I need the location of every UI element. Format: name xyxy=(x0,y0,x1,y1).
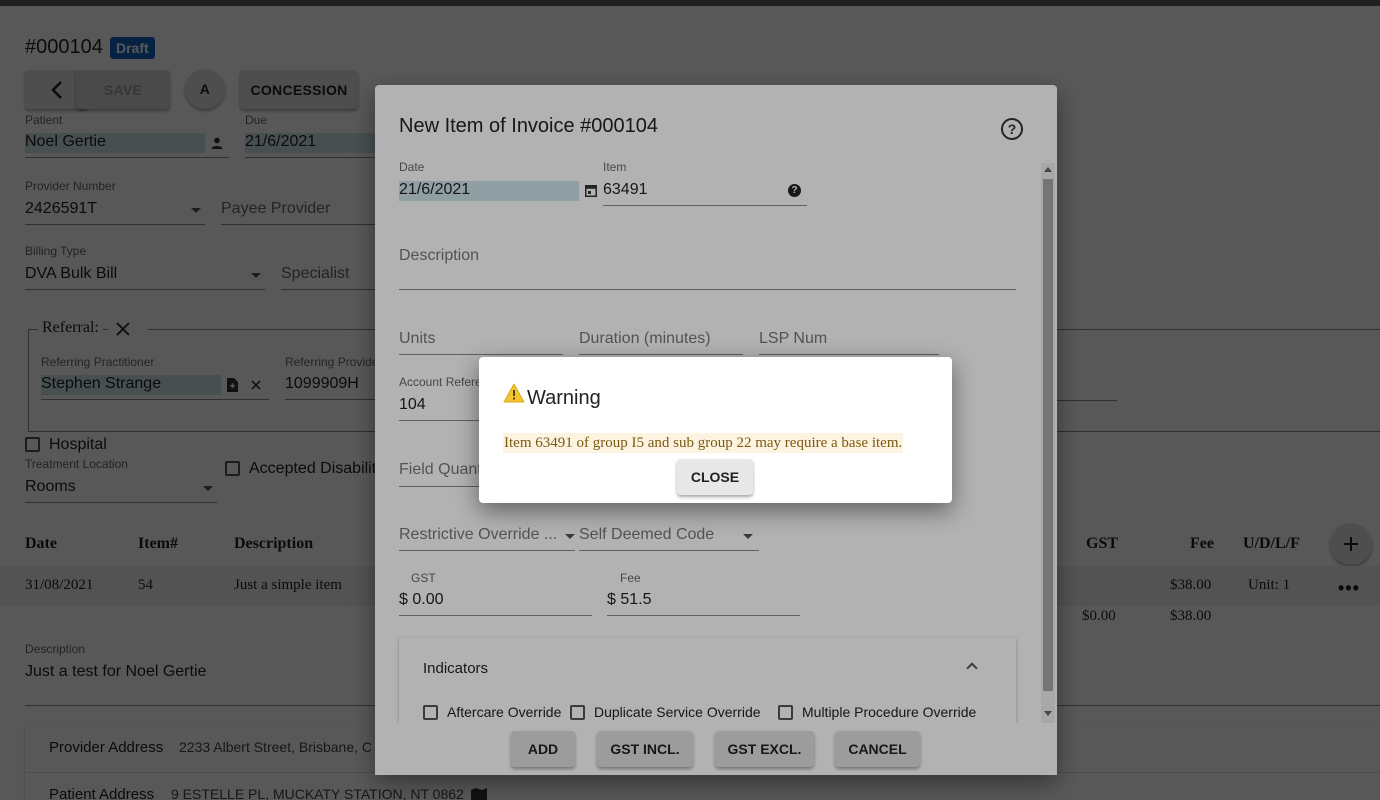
warning-icon xyxy=(503,383,525,403)
close-button[interactable]: CLOSE xyxy=(677,459,753,495)
warning-title: Warning xyxy=(527,387,601,409)
warning-dialog: Warning Item 63491 of group I5 and sub g… xyxy=(479,357,952,503)
warning-message: Item 63491 of group I5 and sub group 22 … xyxy=(503,433,904,453)
